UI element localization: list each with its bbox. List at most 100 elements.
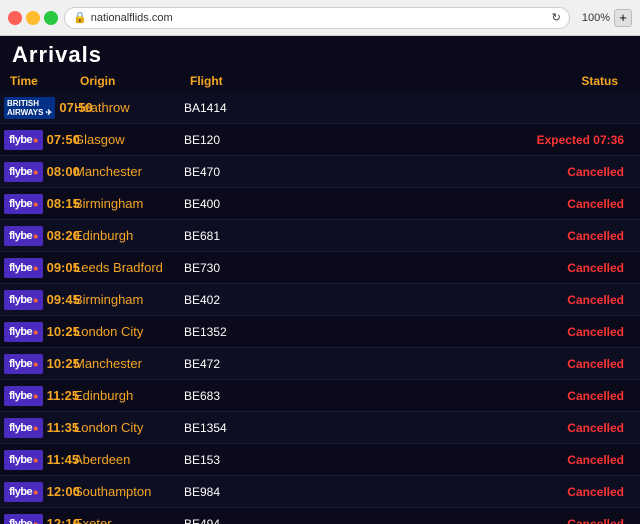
flight-status: Cancelled: [310, 229, 640, 243]
flight-status: Cancelled: [310, 197, 640, 211]
airline-time-cell: flybe•10:25: [0, 320, 70, 344]
flight-origin: Exeter: [70, 514, 180, 524]
table-row: BRITISHAIRWAYS ✈07:50HeathrowBA1414: [0, 92, 640, 124]
table-row: flybe•08:00ManchesterBE470Cancelled: [0, 156, 640, 188]
flybe-logo: flybe•: [4, 162, 43, 182]
flight-origin: Glasgow: [70, 130, 180, 149]
close-button[interactable]: [8, 11, 22, 25]
flight-number: BE494: [180, 515, 310, 524]
flight-origin: Birmingham: [70, 290, 180, 309]
flybe-logo: flybe•: [4, 386, 43, 406]
arrivals-board: Arrivals Time Origin Flight Status BRITI…: [0, 36, 640, 524]
flight-origin: Southampton: [70, 482, 180, 501]
maximize-button[interactable]: [44, 11, 58, 25]
flight-number: BE683: [180, 387, 310, 405]
airline-time-cell: flybe•12:10: [0, 512, 70, 524]
header-status: Status: [316, 72, 634, 90]
url-text: nationalflids.com: [91, 12, 173, 24]
table-row: flybe•08:15BirminghamBE400Cancelled: [0, 188, 640, 220]
flight-status: Cancelled: [310, 325, 640, 339]
window-controls: [8, 11, 58, 25]
table-row: flybe•11:35London CityBE1354Cancelled: [0, 412, 640, 444]
header-time: Time: [6, 72, 76, 90]
flight-origin: London City: [70, 322, 180, 341]
airline-time-cell: flybe•12:00: [0, 480, 70, 504]
table-row: flybe•10:25London CityBE1352Cancelled: [0, 316, 640, 348]
flybe-logo: flybe•: [4, 130, 43, 150]
airline-time-cell: flybe•08:00: [0, 160, 70, 184]
table-row: flybe•08:20EdinburghBE681Cancelled: [0, 220, 640, 252]
minimize-button[interactable]: [26, 11, 40, 25]
flight-number: BE472: [180, 355, 310, 373]
board-title: Arrivals: [0, 36, 640, 70]
flybe-logo: flybe•: [4, 482, 43, 502]
flybe-logo: flybe•: [4, 450, 43, 470]
zoom-in-button[interactable]: +: [614, 9, 632, 27]
flight-number: BE400: [180, 195, 310, 213]
flybe-logo: flybe•: [4, 418, 43, 438]
address-bar[interactable]: 🔒 nationalflids.com ↻: [64, 7, 570, 29]
flight-number: BA1414: [180, 99, 310, 117]
flight-status: Cancelled: [310, 261, 640, 275]
flybe-logo: flybe•: [4, 514, 43, 524]
refresh-icon: ↻: [552, 11, 561, 24]
flybe-logo: flybe•: [4, 258, 43, 278]
airline-time-cell: flybe•09:05: [0, 256, 70, 280]
flight-status: Cancelled: [310, 165, 640, 179]
table-row: flybe•10:25ManchesterBE472Cancelled: [0, 348, 640, 380]
table-row: flybe•12:00SouthamptonBE984Cancelled: [0, 476, 640, 508]
flight-origin: Heathrow: [70, 98, 180, 117]
airline-time-cell: flybe•11:35: [0, 416, 70, 440]
flight-status: Cancelled: [310, 517, 640, 524]
zoom-level: 100%: [582, 12, 610, 24]
flight-number: BE984: [180, 483, 310, 501]
header-origin: Origin: [76, 72, 186, 90]
zoom-control: 100% +: [582, 9, 632, 27]
flight-number: BE1352: [180, 323, 310, 341]
flight-origin: Aberdeen: [70, 450, 180, 469]
airline-time-cell: flybe•11:25: [0, 384, 70, 408]
flight-origin: London City: [70, 418, 180, 437]
flight-status: Cancelled: [310, 389, 640, 403]
flight-origin: Edinburgh: [70, 386, 180, 405]
airline-time-cell: flybe•08:20: [0, 224, 70, 248]
board-header: Time Origin Flight Status: [0, 70, 640, 92]
flight-origin: Edinburgh: [70, 226, 180, 245]
flybe-logo: flybe•: [4, 290, 43, 310]
flybe-logo: flybe•: [4, 322, 43, 342]
airline-time-cell: flybe•11:45: [0, 448, 70, 472]
flight-number: BE730: [180, 259, 310, 277]
flight-status: Expected 07:36: [310, 133, 640, 147]
flight-number: BE470: [180, 163, 310, 181]
browser-chrome: 🔒 nationalflids.com ↻ 100% +: [0, 0, 640, 36]
flight-status: Cancelled: [310, 421, 640, 435]
flybe-logo: flybe•: [4, 226, 43, 246]
flight-origin: Birmingham: [70, 194, 180, 213]
flights-list: BRITISHAIRWAYS ✈07:50HeathrowBA1414flybe…: [0, 92, 640, 524]
flybe-logo: flybe•: [4, 194, 43, 214]
airline-time-cell: flybe•10:25: [0, 352, 70, 376]
flight-number: BE120: [180, 131, 310, 149]
lock-icon: 🔒: [73, 11, 87, 24]
flight-origin: Leeds Bradford: [70, 258, 180, 277]
flybe-logo: flybe•: [4, 354, 43, 374]
flight-origin: Manchester: [70, 162, 180, 181]
flight-status: Cancelled: [310, 485, 640, 499]
flight-status: Cancelled: [310, 453, 640, 467]
ba-logo: BRITISHAIRWAYS ✈: [4, 97, 55, 119]
table-row: flybe•11:25EdinburghBE683Cancelled: [0, 380, 640, 412]
flight-status: Cancelled: [310, 357, 640, 371]
header-flight: Flight: [186, 72, 316, 90]
flight-number: BE1354: [180, 419, 310, 437]
flight-origin: Manchester: [70, 354, 180, 373]
flight-number: BE402: [180, 291, 310, 309]
airline-time-cell: flybe•08:15: [0, 192, 70, 216]
airline-time-cell: BRITISHAIRWAYS ✈07:50: [0, 95, 70, 121]
table-row: flybe•09:45BirminghamBE402Cancelled: [0, 284, 640, 316]
table-row: flybe•09:05Leeds BradfordBE730Cancelled: [0, 252, 640, 284]
table-row: flybe•07:50GlasgowBE120Expected 07:36: [0, 124, 640, 156]
airline-time-cell: flybe•09:45: [0, 288, 70, 312]
flight-number: BE681: [180, 227, 310, 245]
table-row: flybe•11:45AberdeenBE153Cancelled: [0, 444, 640, 476]
airline-time-cell: flybe•07:50: [0, 128, 70, 152]
